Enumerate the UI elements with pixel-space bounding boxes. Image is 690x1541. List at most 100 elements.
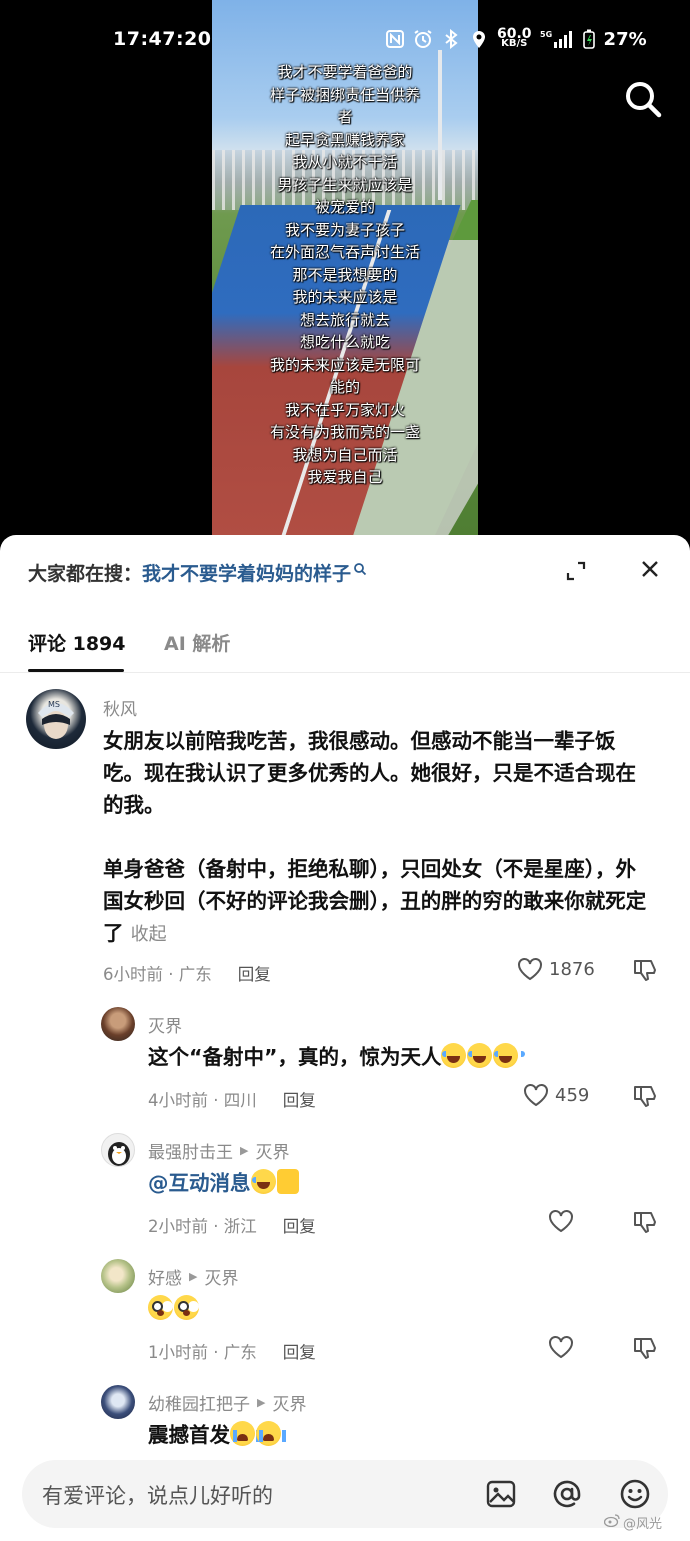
heart-icon: [549, 1336, 573, 1359]
reply-to-name[interactable]: 灭界: [255, 1138, 289, 1163]
hot-search-bar[interactable]: 大家都在搜： 我才不要学着妈妈的样子: [28, 559, 367, 586]
lyric-line: 我不在乎万家灯火: [284, 400, 405, 419]
author-name[interactable]: 好感: [148, 1264, 182, 1289]
thumbs-up-emoji-icon: [276, 1169, 299, 1194]
status-icons: 60.0 KB/S 5G 27%: [385, 26, 647, 52]
comment-author[interactable]: 秋风: [103, 695, 137, 720]
comment-meta: 6小时前 · 广东 回复: [103, 961, 271, 985]
comment-text-content: 这个“备射中”，真的，惊为天人: [148, 1045, 442, 1069]
image-icon[interactable]: [484, 1477, 518, 1511]
reply-button[interactable]: 回复: [283, 1213, 316, 1237]
weibo-logo-icon: [603, 1514, 620, 1531]
author-name[interactable]: 秋风: [103, 695, 137, 720]
svg-text:MS: MS: [48, 700, 60, 709]
laugh-cry-emoji-icon: [493, 1043, 526, 1068]
mention-link[interactable]: @互动消息: [148, 1171, 251, 1195]
collapse-link[interactable]: 收起: [131, 924, 167, 945]
lyric-line: 样子被捆绑责任当供养: [269, 85, 420, 104]
author-name[interactable]: 幼稚园扛把子: [148, 1390, 250, 1415]
dislike-icon[interactable]: [632, 1335, 658, 1361]
reply-button[interactable]: 回复: [283, 1087, 316, 1111]
nfc-icon: [385, 29, 405, 49]
like-count: 459: [555, 1084, 590, 1106]
emoji-icon[interactable]: [618, 1477, 652, 1511]
watermark: @风光: [603, 1513, 663, 1532]
like-button[interactable]: 459: [523, 1083, 589, 1107]
comment-text: 女朋友以前陪我吃苦，我很感动。但感动不能当一辈子饭吃。现在我认识了更多优秀的人。…: [103, 725, 648, 951]
lyric-line: 我才不要学着爸爸的: [277, 63, 413, 81]
author-name[interactable]: 灭界: [148, 1012, 182, 1037]
lyric-line: 被宠爱的: [314, 198, 375, 216]
comment-author[interactable]: 灭界: [148, 1012, 182, 1037]
reply-to-name[interactable]: 灭界: [272, 1390, 306, 1415]
like-button[interactable]: 1876: [517, 957, 595, 981]
lyric-line: 有没有为我而亮的一盏: [269, 423, 420, 441]
laugh-cry-emoji-icon: [250, 1169, 283, 1194]
surprised-emoji-icon: [148, 1295, 173, 1320]
comment-paragraph: 女朋友以前陪我吃苦，我很感动。但感动不能当一辈子饭吃。现在我认识了更多优秀的人。…: [103, 729, 636, 817]
lyric-line: 能的: [329, 378, 360, 396]
hot-search-term[interactable]: 我才不要学着妈妈的样子: [142, 559, 351, 586]
tab-active-indicator: [28, 669, 124, 672]
comment-input-bar[interactable]: 有爱评论，说点儿好听的: [22, 1460, 668, 1528]
lyric-line: 我的未来应该是: [292, 288, 398, 306]
crying-emoji-icon: [230, 1421, 260, 1446]
lyric-line: 想吃什么就吃: [299, 333, 390, 351]
comment-time-location: 6小时前 · 广东: [103, 965, 212, 984]
status-time: 17:47:20: [113, 28, 212, 50]
alarm-icon: [413, 29, 433, 49]
dislike-icon[interactable]: [632, 1209, 658, 1235]
comment-text-content: 震撼首发: [148, 1423, 230, 1447]
avatar[interactable]: [101, 1133, 135, 1167]
comment-meta: 2小时前 · 浙江 回复: [148, 1213, 316, 1237]
comment-sheet: 大家都在搜： 我才不要学着妈妈的样子 评论 1894 AI 解析 MS 秋风 女…: [0, 535, 690, 1541]
svg-text:5G: 5G: [540, 30, 552, 39]
author-name[interactable]: 最强肘击王: [148, 1138, 233, 1163]
video-player[interactable]: 我才不要学着爸爸的 样子被捆绑责任当供养 者 起早贪黑赚钱养家 我从小就不干活 …: [0, 0, 690, 548]
watermark-text: @风光: [623, 1517, 663, 1532]
mention-icon[interactable]: [550, 1477, 584, 1511]
comment-paragraph: 单身爸爸（备射中，拒绝私聊），只回处女（不是星座），外国女秒回（不好的评论我会删…: [103, 853, 648, 951]
reply-arrow-icon: ▶: [257, 1396, 266, 1409]
avatar[interactable]: [101, 1007, 135, 1041]
avatar[interactable]: MS: [26, 689, 86, 749]
reply-arrow-icon: ▶: [240, 1144, 249, 1157]
lyric-line: 那不是我想要的: [292, 265, 398, 284]
network-speed: 60.0 KB/S: [497, 27, 532, 49]
dislike-icon[interactable]: [632, 957, 658, 983]
heart-icon: [524, 1084, 548, 1107]
avatar[interactable]: [101, 1385, 135, 1419]
comment-text: @互动消息: [148, 1167, 648, 1199]
comment-time-location: 2小时前 · 浙江: [148, 1217, 257, 1236]
hot-search-prefix: 大家都在搜：: [28, 563, 143, 585]
avatar[interactable]: [101, 1259, 135, 1293]
speed-unit: KB/S: [501, 38, 528, 49]
expand-icon[interactable]: [564, 559, 588, 583]
tab-comments[interactable]: 评论 1894: [28, 629, 126, 656]
comment-author[interactable]: 好感 ▶ 灭界: [148, 1264, 238, 1289]
like-button[interactable]: [548, 1209, 574, 1233]
reply-button[interactable]: 回复: [283, 1339, 316, 1363]
search-icon[interactable]: [622, 78, 664, 120]
like-count: 1876: [549, 958, 595, 980]
comment-text: 震撼首发: [148, 1419, 648, 1451]
comment-text: 这个“备射中”，真的，惊为天人: [148, 1041, 648, 1073]
comment-author[interactable]: 最强肘击王 ▶ 灭界: [148, 1138, 289, 1163]
lyric-line: 男孩子生来就应该是: [277, 175, 413, 194]
like-button[interactable]: [548, 1335, 574, 1359]
comment-input-placeholder[interactable]: 有爱评论，说点儿好听的: [42, 1480, 273, 1510]
battery-icon: [582, 29, 596, 49]
surprised-emoji-icon: [174, 1295, 199, 1320]
reply-to-name[interactable]: 灭界: [204, 1264, 238, 1289]
comment-author[interactable]: 幼稚园扛把子 ▶ 灭界: [148, 1390, 306, 1415]
close-icon[interactable]: [638, 557, 662, 581]
tab-ai-analysis[interactable]: AI 解析: [164, 629, 230, 656]
reply-button[interactable]: 回复: [238, 961, 271, 985]
lyric-line: 我想为自己而活: [292, 445, 398, 464]
signal-5g-icon: 5G: [540, 29, 574, 49]
heart-icon: [549, 1210, 573, 1233]
lyric-line: 者: [337, 108, 353, 126]
dislike-icon[interactable]: [632, 1083, 658, 1109]
comment-tabs: 评论 1894 AI 解析: [0, 625, 690, 673]
hot-search-magnifier-icon: [353, 559, 367, 581]
